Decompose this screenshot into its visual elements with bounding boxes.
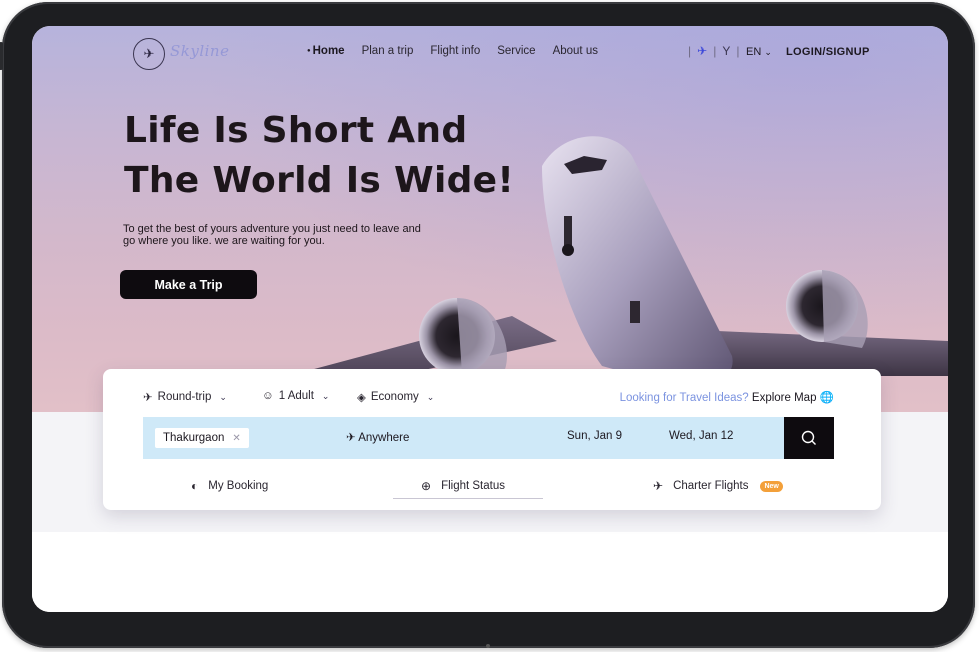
trip-type-label: Round-trip <box>157 391 212 403</box>
plane-icon[interactable]: ✈ <box>697 44 707 58</box>
language-selector[interactable]: EN ⌄ <box>746 46 772 58</box>
new-badge: New <box>760 480 783 492</box>
from-value: Thakurgaon <box>163 432 225 444</box>
tab-flight-status[interactable]: ⊕ Flight Status <box>421 479 505 493</box>
tag-icon: ◈ <box>357 392 366 404</box>
to-value: Anywhere <box>358 432 410 444</box>
nav-flight-info[interactable]: Flight info <box>430 45 480 57</box>
search-card: ✈ Round-trip ⌄ ☺ 1 Adult ⌄ ◈ Economy ⌄ L… <box>103 369 881 510</box>
search-icon <box>801 430 816 445</box>
passengers-label: 1 Adult <box>278 390 314 402</box>
travel-ideas: Looking for Travel Ideas? Explore Map 🌐 <box>620 390 834 404</box>
lower-strip <box>32 532 948 612</box>
passengers-dropdown[interactable]: ☺ 1 Adult ⌄ <box>262 390 329 402</box>
logo-icon[interactable]: ✈ <box>133 38 165 70</box>
subtext-line-1: To get the best of yours adventure you j… <box>123 223 421 235</box>
top-nav: ✈ Skyline Home Plan a trip Flight info S… <box>32 26 948 80</box>
nav-home[interactable]: Home <box>307 45 345 57</box>
chevron-down-icon: ⌄ <box>219 391 227 402</box>
nav-icon-group: | ✈ | Υ | <box>688 44 739 58</box>
flight-status-label: Flight Status <box>441 480 505 492</box>
search-button[interactable] <box>784 417 834 459</box>
tab-charter-flights[interactable]: ✈ Charter Flights New <box>653 479 783 493</box>
divider: | <box>736 44 740 58</box>
travel-ideas-text: Looking for Travel Ideas? <box>619 392 749 404</box>
screen: ✈ Skyline Home Plan a trip Flight info S… <box>32 26 948 612</box>
antenna-icon[interactable]: Υ <box>722 44 730 58</box>
divider: | <box>688 44 692 58</box>
divider: | <box>713 44 717 58</box>
booking-icon: ◐ <box>191 479 199 493</box>
login-signup-link[interactable]: LOGIN/SIGNUP <box>786 46 870 58</box>
active-tab-underline <box>393 498 543 499</box>
plane-icon: ✈ <box>143 392 153 404</box>
cabin-dropdown[interactable]: ◈ Economy ⌄ <box>357 390 434 404</box>
hero-subtext: To get the best of yours adventure you j… <box>123 223 453 247</box>
globe-icon[interactable]: 🌐 <box>820 392 834 404</box>
to-field[interactable]: ✈ Anywhere <box>346 430 409 444</box>
plane-icon: ✈ <box>653 479 664 493</box>
cabin-label: Economy <box>370 391 419 403</box>
depart-date-field[interactable]: Sun, Jan 9 <box>567 430 622 442</box>
nav-about[interactable]: About us <box>553 45 598 57</box>
charter-flights-label: Charter Flights <box>673 480 749 492</box>
subtext-line-2: go where you like. we are waiting for yo… <box>123 234 325 247</box>
nav-links: Home Plan a trip Flight info Service Abo… <box>307 45 615 57</box>
return-date-field[interactable]: Wed, Jan 12 <box>669 430 733 442</box>
plus-circle-icon: ⊕ <box>421 479 432 493</box>
language-label: EN <box>746 46 762 58</box>
logo-text[interactable]: Skyline <box>170 42 229 60</box>
nav-plan-trip[interactable]: Plan a trip <box>362 45 414 57</box>
chevron-down-icon: ⌄ <box>426 391 435 402</box>
hero-headline: Life Is Short And The World Is Wide! <box>124 106 544 206</box>
trip-type-dropdown[interactable]: ✈ Round-trip ⌄ <box>143 390 227 404</box>
chevron-down-icon: ⌄ <box>764 47 772 57</box>
explore-map-link[interactable]: Explore Map <box>752 392 817 404</box>
headline-line-1: Life Is Short And <box>124 110 468 151</box>
plane-icon: ✈ <box>346 432 356 444</box>
make-trip-button[interactable]: Make a Trip <box>120 270 257 299</box>
side-button <box>0 42 3 70</box>
search-bar: Thakurgaon ✕ ✈ Anywhere Sun, Jan 9 Wed, … <box>143 417 784 459</box>
camera-dot <box>486 644 490 648</box>
from-field[interactable]: Thakurgaon ✕ <box>155 428 249 448</box>
headline-line-2: The World Is Wide! <box>124 160 515 201</box>
clear-icon[interactable]: ✕ <box>232 433 240 444</box>
user-icon: ☺ <box>262 390 274 402</box>
chevron-down-icon: ⌄ <box>321 390 330 401</box>
tab-my-booking[interactable]: ◐ My Booking <box>191 479 268 493</box>
my-booking-label: My Booking <box>208 480 269 492</box>
nav-service[interactable]: Service <box>497 45 535 57</box>
